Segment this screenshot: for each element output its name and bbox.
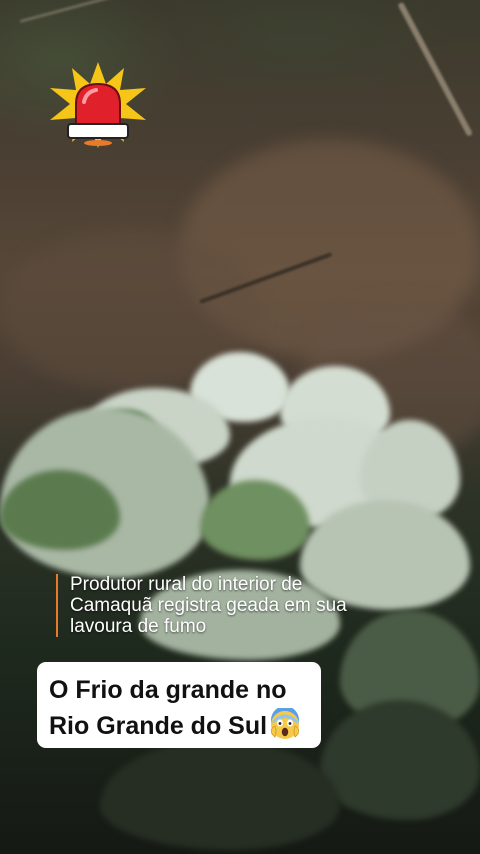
face-screaming-in-fear-icon — [271, 708, 300, 739]
headline-line-1: O Frio da grande no — [49, 676, 287, 704]
headline-line-2-text: Rio Grande do Sul — [49, 712, 268, 740]
caption-line-2: Camaquã registra geada em sua — [70, 595, 347, 616]
video-frame: Produtor rural do interior de Camaquã re… — [0, 0, 480, 854]
caption-text: Produtor rural do interior de Camaquã re… — [70, 574, 450, 637]
red-siren-alarm-icon — [50, 62, 146, 148]
caption-line-1: Produtor rural do interior de — [70, 574, 303, 595]
headline-line-2: Rio Grande do Sul — [49, 708, 309, 744]
caption-line-3: lavoura de fumo — [70, 616, 207, 637]
caption-block: Produtor rural do interior de Camaquã re… — [56, 574, 450, 637]
headline-box: O Frio da grande no Rio Grande do Sul — [37, 662, 321, 748]
